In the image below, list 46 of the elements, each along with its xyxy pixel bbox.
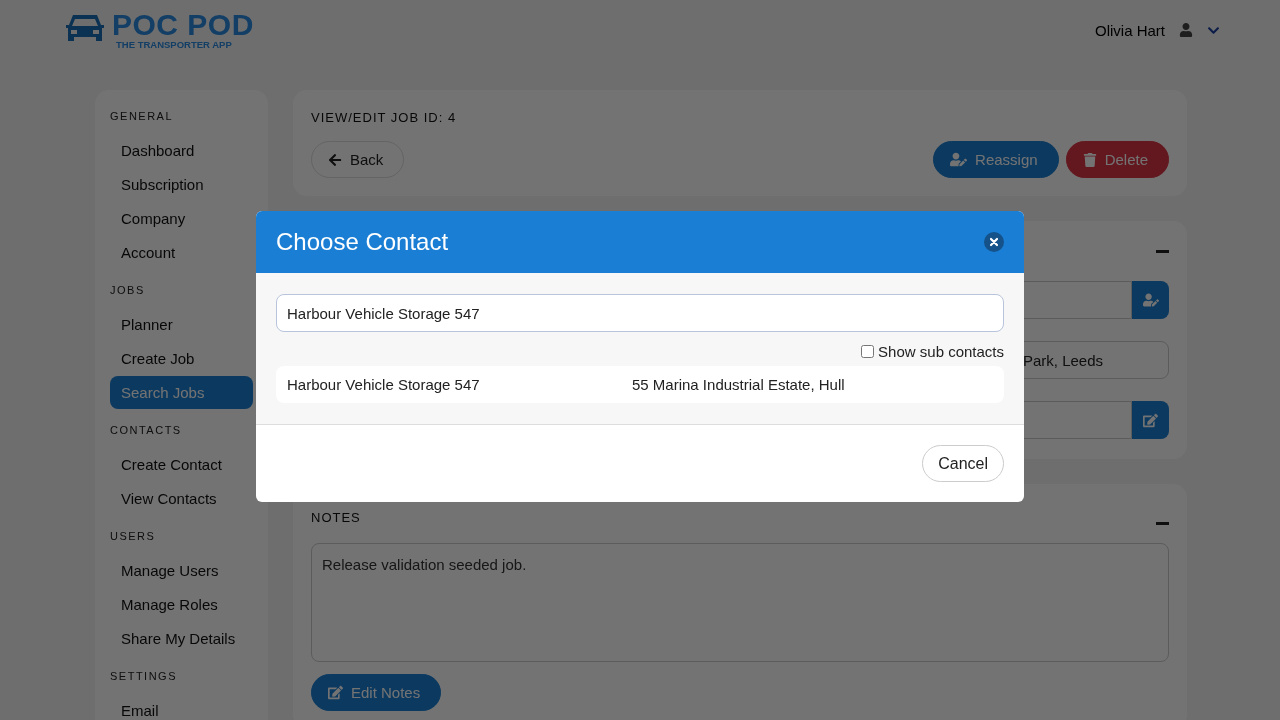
user-edit-icon bbox=[950, 151, 968, 168]
section-heading: SETTINGS bbox=[110, 669, 178, 682]
edit-button[interactable] bbox=[1132, 401, 1169, 439]
contact-result-row[interactable]: Harbour Vehicle Storage 547 55 Marina Industrial Estate, Hull bbox=[276, 366, 1004, 403]
section-heading: JOBS bbox=[110, 283, 146, 296]
trash-icon bbox=[1082, 152, 1097, 167]
delete-button[interactable]: Delete bbox=[1065, 141, 1169, 178]
job-title: VIEW/EDIT JOB ID: 4 bbox=[311, 110, 458, 125]
sidebar-item[interactable]: Subscription bbox=[110, 168, 253, 201]
sidebar-item[interactable]: Dashboard bbox=[110, 134, 253, 167]
section-heading: CONTACTS bbox=[110, 423, 183, 436]
sidebar-item[interactable]: Planner bbox=[110, 308, 253, 341]
section-heading: USERS bbox=[110, 529, 157, 542]
sidebar-item[interactable]: Company bbox=[110, 202, 253, 235]
sidebar-item[interactable]: Search Jobs bbox=[110, 376, 253, 409]
contact-address: 55 Marina Industrial Estate, Hull bbox=[632, 376, 845, 393]
reassign-button[interactable]: Reassign bbox=[933, 141, 1059, 178]
sidebar-item[interactable]: Manage Roles bbox=[110, 588, 253, 621]
back-button[interactable]: Back bbox=[311, 141, 405, 178]
sidebar-item[interactable]: Share My Details bbox=[110, 622, 253, 655]
edit-icon bbox=[328, 685, 343, 700]
logo-subtitle: THE TRANSPORTER APP bbox=[116, 38, 233, 50]
notes-field[interactable]: Release validation seeded job. bbox=[311, 543, 1169, 662]
sidebar-item[interactable]: Create Contact bbox=[110, 448, 253, 481]
checkbox-label[interactable]: Show sub contacts bbox=[878, 343, 1004, 360]
sidebar-item[interactable]: View Contacts bbox=[110, 482, 253, 515]
modal-title: Choose Contact bbox=[276, 228, 449, 256]
sidebar-item[interactable]: Create Job bbox=[110, 342, 253, 375]
edit-icon bbox=[1143, 412, 1158, 428]
notes-heading: NOTES bbox=[311, 510, 361, 525]
sidebar-item[interactable]: Email bbox=[110, 694, 253, 720]
arrow-left-icon bbox=[328, 152, 342, 167]
user-edit-icon bbox=[1142, 292, 1159, 308]
contact-name: Harbour Vehicle Storage 547 bbox=[287, 376, 481, 393]
logo-title: POC POD bbox=[112, 10, 254, 39]
section-heading: GENERAL bbox=[110, 109, 175, 122]
user-icon bbox=[1179, 23, 1193, 37]
close-icon[interactable] bbox=[984, 232, 1004, 252]
sidebar-item[interactable]: Account bbox=[110, 236, 253, 269]
search-field[interactable]: Harbour Vehicle Storage 547 bbox=[276, 294, 1004, 332]
edit-notes-button[interactable]: Edit Notes bbox=[311, 674, 442, 711]
user-name[interactable]: Olivia Hart bbox=[1095, 21, 1165, 39]
sidebar-item[interactable]: Manage Users bbox=[110, 554, 253, 587]
checkbox[interactable] bbox=[861, 345, 875, 358]
assign-button[interactable] bbox=[1132, 281, 1169, 319]
cancel-button[interactable]: Cancel bbox=[922, 445, 1004, 482]
